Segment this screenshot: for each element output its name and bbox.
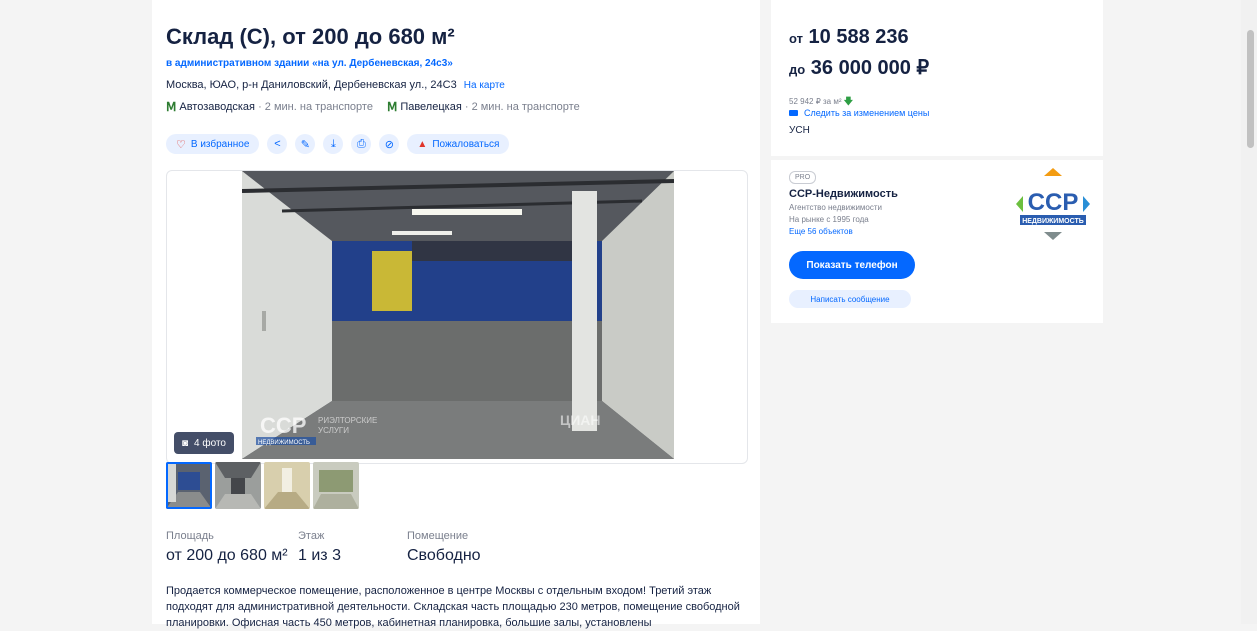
feature-value: Свободно — [407, 547, 481, 564]
metro-time: · 2 мин. на транспорте — [258, 101, 373, 113]
thumbnail-image — [166, 462, 212, 509]
envelope-icon — [789, 110, 798, 116]
tax-type: УСН — [789, 125, 810, 136]
agent-type: Агентство недвижимости — [789, 203, 882, 212]
watermark-cian: ЦИАН — [560, 412, 601, 428]
price-from-value: 10 588 236 — [808, 26, 909, 48]
map-link[interactable]: На карте — [464, 80, 505, 91]
camera-icon: ◙ — [182, 437, 189, 449]
thumbnail[interactable] — [264, 462, 310, 509]
metro-icon: Ⅿ — [166, 100, 177, 114]
watermark-text1: РИЭЛТОРСКИЕ — [318, 416, 377, 425]
thumbnail[interactable] — [313, 462, 359, 509]
price-from: от 10 588 236 — [789, 26, 909, 49]
send-message-button[interactable]: Написать сообщение — [789, 290, 911, 308]
pro-badge: PRO — [789, 171, 817, 184]
thumbnail-image — [313, 462, 359, 509]
listing-title: Склад (С), от 200 до 680 м² — [166, 24, 455, 49]
favorite-label: В избранное — [190, 138, 250, 150]
print-icon: ⎙ — [357, 137, 366, 150]
feature-label: Помещение — [407, 530, 469, 542]
heart-icon: ♡ — [176, 138, 186, 151]
agent-logo[interactable]: CCP НЕДВИЖИМОСТЬ — [1016, 168, 1090, 240]
warning-icon: ▲ — [417, 138, 428, 150]
watermark-brand: CCP — [260, 413, 306, 438]
follow-price-label: Следить за изменением цены — [804, 108, 930, 118]
metro-icon: Ⅿ — [386, 100, 398, 114]
print-button[interactable]: ⎙ — [351, 134, 372, 154]
ccp-logo: CCP НЕДВИЖИМОСТЬ — [1016, 168, 1090, 240]
agent-name[interactable]: ССР-Недвижимость — [789, 188, 898, 200]
feature-value: от 200 до 680 м² — [166, 547, 288, 564]
report-label: Пожаловаться — [432, 138, 500, 150]
feature-label: Этаж — [298, 530, 325, 542]
warehouse-photo: CCP НЕДВИЖИМОСТЬ РИЭЛТОРСКИЕ УСЛУГИ ЦИАН — [242, 171, 674, 459]
metro-list: Ⅿ Автозаводская · 2 мин. на транспорте Ⅿ… — [166, 100, 580, 114]
thumbnail-strip — [166, 462, 359, 509]
price-from-prefix: от — [789, 31, 803, 46]
metro-station[interactable]: Павелецкая — [400, 101, 461, 113]
share-button[interactable]: < — [267, 134, 288, 154]
price-to: до 36 000 000 ₽ — [789, 55, 929, 80]
edit-button[interactable]: ✎ — [295, 134, 316, 154]
agent-since: На рынке с 1995 года — [789, 215, 869, 224]
agent-more-link[interactable]: Еще 56 объектов — [789, 227, 853, 236]
thumbnail-image — [264, 462, 310, 509]
hide-button[interactable]: ⊘ — [379, 134, 400, 154]
logo-sub: НЕДВИЖИМОСТЬ — [1022, 218, 1084, 225]
watermark-text2: УСЛУГИ — [318, 426, 349, 435]
show-phone-button[interactable]: Показать телефон — [789, 251, 915, 279]
address-text: Москва, ЮАО, р-н Даниловский, Дербеневск… — [166, 79, 457, 91]
report-button[interactable]: ▲ Пожаловаться — [407, 134, 510, 154]
photo-count-badge[interactable]: ◙ 4 фото — [174, 432, 234, 454]
metro-time: · 2 мин. на транспорте — [464, 101, 580, 113]
share-icon: < — [274, 138, 281, 150]
building-link[interactable]: в административном здании «на ул. Дербен… — [166, 58, 453, 69]
action-bar: ♡ В избранное < ✎ ⤓ ⎙ ⊘ ▲ Пожаловаться — [166, 134, 510, 154]
thumbnail[interactable] — [166, 462, 212, 509]
edit-icon: ✎ — [300, 138, 311, 151]
feature-label: Площадь — [166, 530, 214, 542]
download-button[interactable]: ⤓ — [323, 134, 344, 154]
price-per-meter-text: 52 942 ₽ за м² — [789, 97, 842, 106]
follow-price-link[interactable]: Следить за изменением цены — [789, 108, 929, 118]
main-photo[interactable]: CCP НЕДВИЖИМОСТЬ РИЭЛТОРСКИЕ УСЛУГИ ЦИАН — [242, 171, 674, 459]
metro-station[interactable]: Автозаводская — [179, 101, 255, 113]
thumbnail-image — [215, 462, 261, 509]
price-to-prefix: до — [789, 62, 806, 77]
scrollbar-thumb[interactable] — [1247, 30, 1254, 148]
hide-icon: ⊘ — [384, 138, 395, 151]
logo-text: CCP — [1028, 189, 1079, 216]
favorite-button[interactable]: ♡ В избранное — [166, 134, 260, 154]
price-to-value: 36 000 000 ₽ — [810, 57, 930, 79]
photo-count: 4 фото — [194, 437, 226, 449]
address: Москва, ЮАО, р-н Даниловский, Дербеневск… — [166, 79, 505, 91]
arrow-down-icon: 🡇 — [843, 96, 854, 106]
feature-value: 1 из 3 — [298, 547, 341, 564]
thumbnail[interactable] — [215, 462, 261, 509]
download-icon: ⤓ — [330, 137, 336, 150]
watermark-sub: НЕДВИЖИМОСТЬ — [258, 440, 310, 446]
